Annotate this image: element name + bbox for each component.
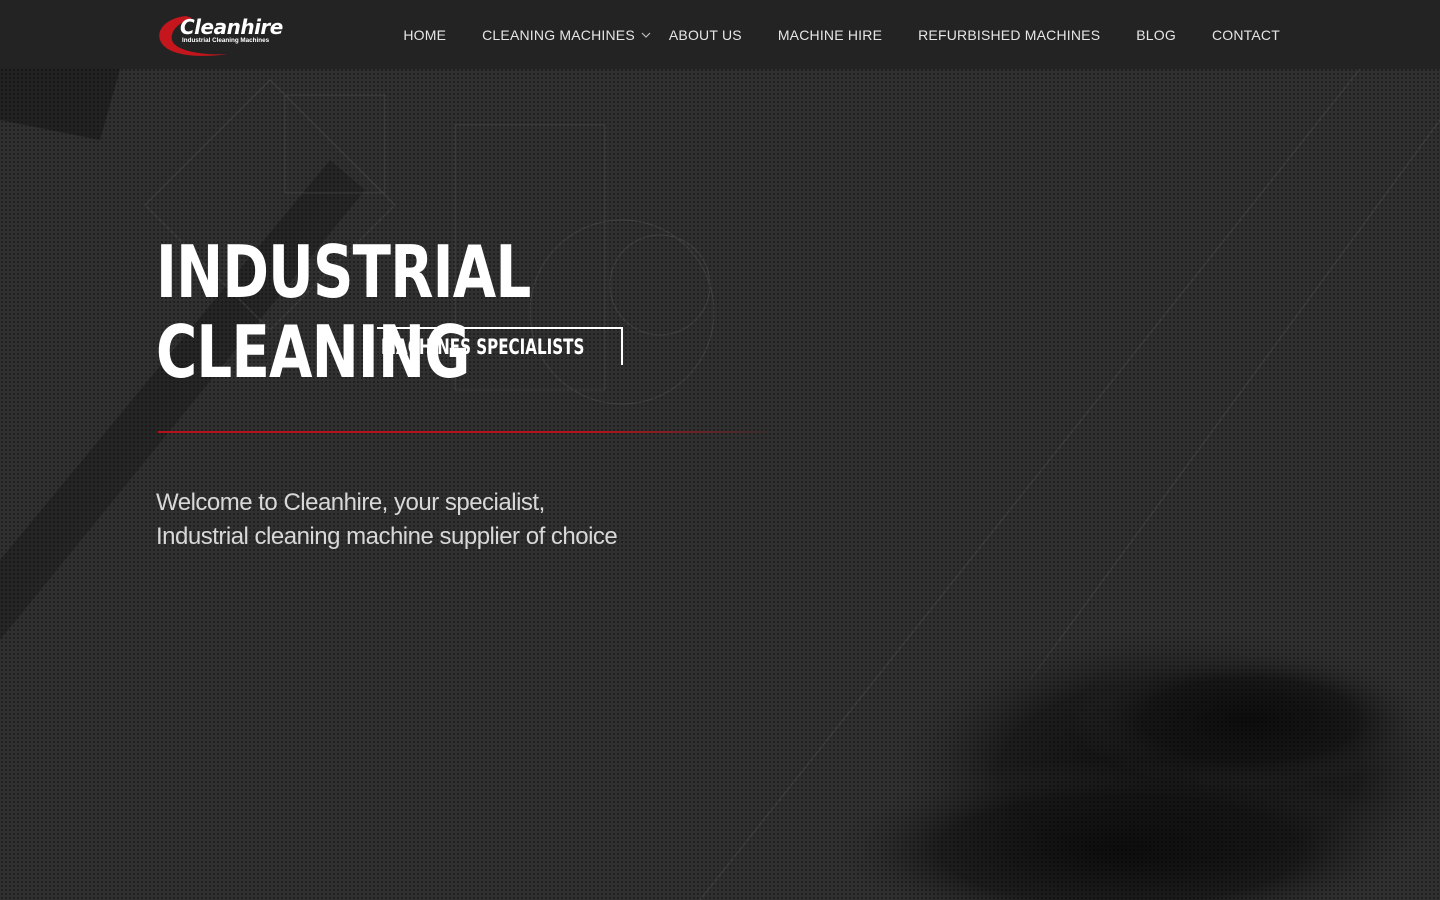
main-nav: HOME CLEANING MACHINES ABOUT US MACHINE … (403, 0, 1280, 69)
nav-refurbished-machines[interactable]: REFURBISHED MACHINES (918, 27, 1100, 43)
nav-contact[interactable]: CONTACT (1212, 27, 1280, 43)
hero-background (0, 68, 1440, 900)
nav-refurbished-machines-label: REFURBISHED MACHINES (918, 26, 1101, 43)
hero-headline: INDUSTRIAL CLEANING MACHINES SPECIALISTS (156, 230, 636, 392)
nav-cleaning-machines[interactable]: CLEANING MACHINES (482, 27, 651, 43)
specialists-badge-text: MACHINES SPECIALISTS (381, 335, 585, 359)
top-navbar: Cleanhire Industrial Cleaning Machines H… (0, 0, 1440, 69)
red-divider (158, 431, 778, 433)
chevron-down-icon (641, 32, 651, 38)
nav-home-label: HOME (403, 26, 447, 43)
cleanhire-logo-icon: Cleanhire Industrial Cleaning Machines (159, 15, 283, 56)
nav-cleaning-machines-label: CLEANING MACHINES (482, 26, 635, 43)
nav-machine-hire[interactable]: MACHINE HIRE (778, 27, 882, 43)
nav-blog[interactable]: BLOG (1136, 27, 1176, 43)
nav-contact-label: CONTACT (1211, 26, 1280, 43)
nav-machine-hire-label: MACHINE HIRE (777, 26, 883, 43)
svg-text:Industrial Cleaning Machines: Industrial Cleaning Machines (182, 37, 270, 44)
page: Cleanhire Industrial Cleaning Machines H… (0, 0, 1440, 900)
specialists-badge: MACHINES SPECIALISTS (377, 327, 623, 365)
nav-home[interactable]: HOME (403, 27, 446, 43)
nav-about-us[interactable]: ABOUT US (669, 27, 742, 43)
svg-text:Cleanhire: Cleanhire (180, 15, 283, 39)
welcome-text: Welcome to Cleanhire, your specialist, I… (156, 489, 618, 550)
headline-line-1: INDUSTRIAL (156, 230, 531, 314)
brand-logo[interactable]: Cleanhire Industrial Cleaning Machines (156, 12, 296, 60)
nav-about-us-label: ABOUT US (668, 26, 742, 43)
nav-blog-label: BLOG (1136, 26, 1176, 43)
